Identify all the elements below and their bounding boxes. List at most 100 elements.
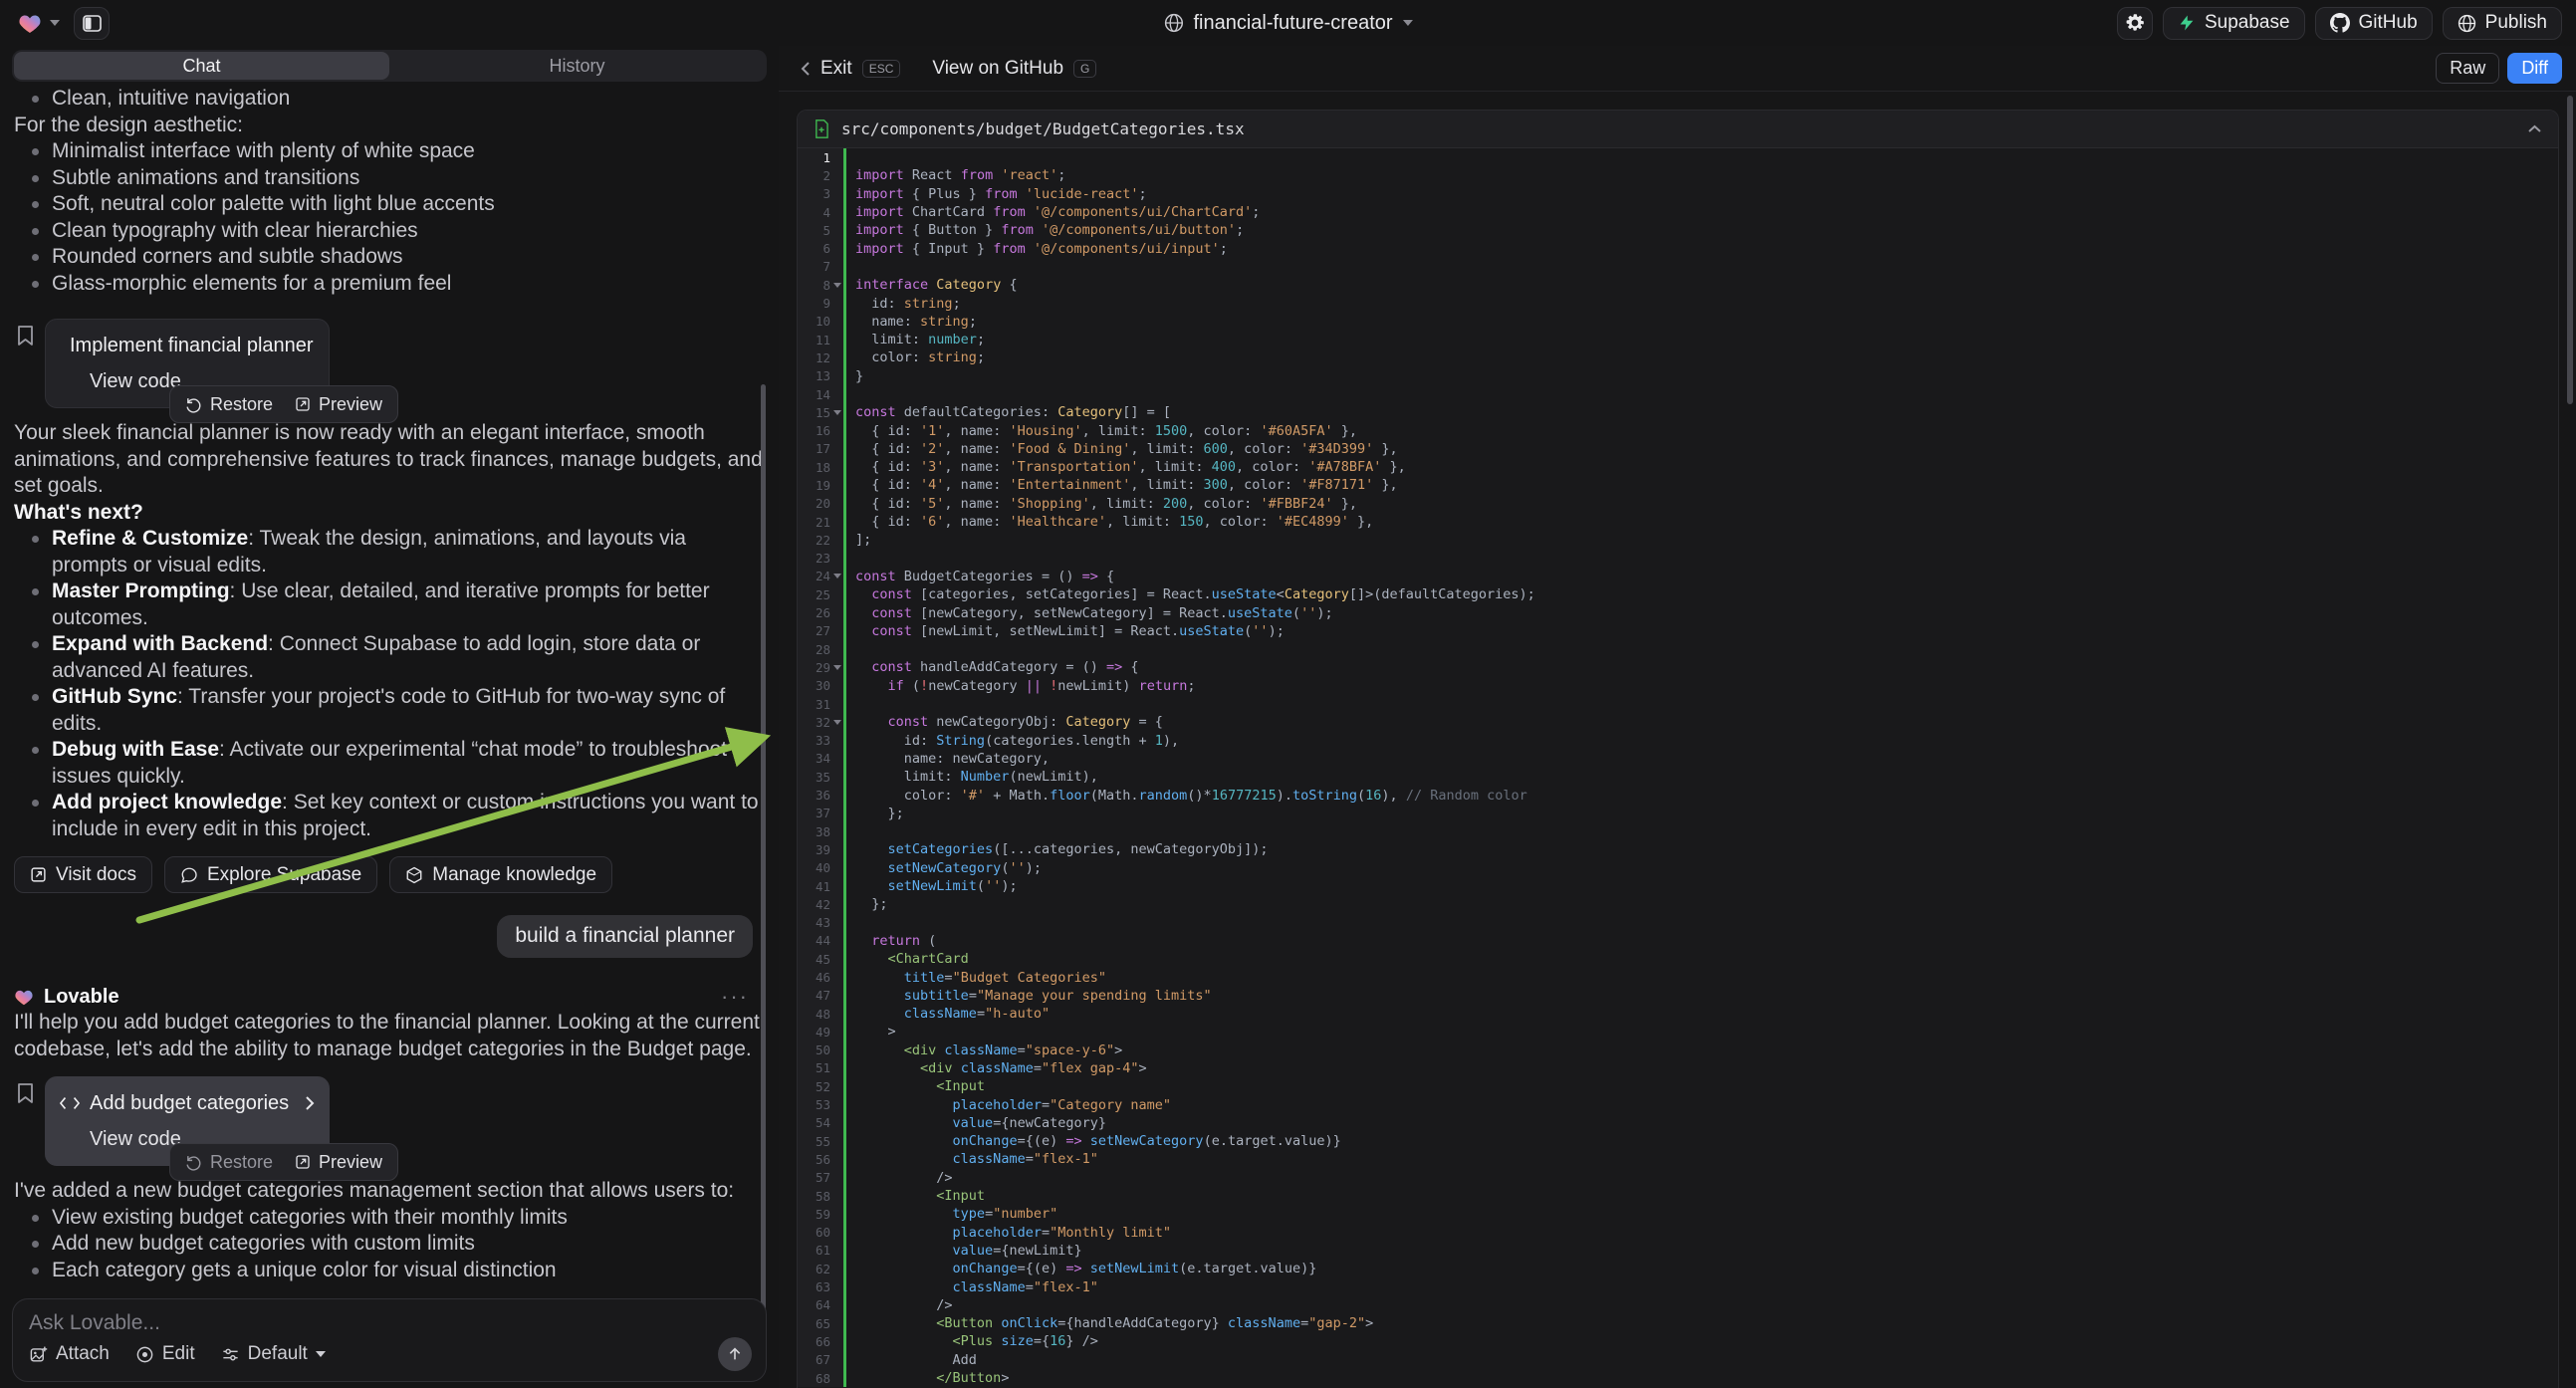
chat-message-list[interactable]: Clean, intuitive navigation For the desi… (0, 86, 779, 1294)
file-path-bar[interactable]: src/components/budget/BudgetCategories.t… (798, 111, 2558, 148)
edit-label: Edit (162, 1343, 195, 1365)
code-line: 12 color: string; (798, 348, 2558, 366)
code-text: }; (846, 806, 904, 821)
line-number: 19 (798, 476, 843, 494)
code-line: 51 <div className="flex gap-4"> (798, 1059, 2558, 1077)
diff-toggle-button[interactable]: Diff (2507, 53, 2562, 84)
code-line: 28 (798, 640, 2558, 658)
visit-docs-button[interactable]: Visit docs (14, 856, 152, 893)
edit-card-title: Add budget categories (90, 1090, 295, 1117)
model-selector[interactable]: Default (221, 1343, 326, 1365)
code-body[interactable]: 12import React from 'react';3import { Pl… (798, 148, 2558, 1388)
manage-knowledge-button[interactable]: Manage knowledge (389, 856, 612, 893)
line-number: 36 (798, 786, 843, 804)
code-line: 59 type="number" (798, 1205, 2558, 1223)
restore-icon (185, 396, 202, 413)
collapse-chevron-up-icon[interactable] (2527, 124, 2542, 133)
list-item: View existing budget categories with the… (30, 1205, 765, 1232)
message-more-menu-icon[interactable]: ··· (721, 984, 749, 1011)
lovable-logo-heart-icon[interactable] (18, 12, 42, 34)
sliders-icon (221, 1345, 240, 1364)
fold-chevron-icon[interactable] (833, 574, 841, 578)
edit-card-implement-financial-planner[interactable]: Implement financial planner View code (45, 319, 330, 408)
fold-chevron-icon[interactable] (833, 720, 841, 725)
code-line: 17 { id: '2', name: 'Food & Dining', lim… (798, 440, 2558, 458)
code-text: { id: '6', name: 'Healthcare', limit: 15… (846, 514, 1373, 530)
line-number: 64 (798, 1296, 843, 1314)
toggle-sidebar-button[interactable] (74, 7, 110, 40)
fold-chevron-icon[interactable] (833, 410, 841, 415)
line-number: 38 (798, 822, 843, 840)
code-text: import ChartCard from '@/components/ui/C… (846, 204, 1260, 220)
diff-added-marker (843, 695, 846, 713)
diff-added-marker (843, 148, 846, 166)
view-on-github-button[interactable]: View on GitHub G (932, 58, 1096, 80)
code-text: const [newCategory, setNewCategory] = Re… (846, 605, 1333, 621)
code-text: const newCategoryObj: Category = { (846, 714, 1163, 730)
workspace-chevron-down-icon[interactable] (50, 20, 60, 26)
restore-button[interactable]: Restore (185, 391, 273, 418)
line-number: 47 (798, 987, 843, 1005)
code-text: color: '#' + Math.floor(Math.random()*16… (846, 788, 1527, 804)
preview-button[interactable]: Preview (295, 391, 382, 418)
publish-button[interactable]: Publish (2443, 7, 2562, 40)
tab-history[interactable]: History (389, 52, 765, 80)
code-text: <div className="flex gap-4"> (846, 1060, 1147, 1076)
edit-card-add-budget-categories[interactable]: Add budget categories View code Rest (45, 1076, 330, 1166)
esc-key-badge: ESC (862, 60, 901, 78)
chat-composer[interactable]: Ask Lovable... Attach (12, 1298, 767, 1382)
code-line: 65 <Button onClick={handleAddCategory} c… (798, 1314, 2558, 1332)
list-item: Glass-morphic elements for a premium fee… (30, 271, 765, 298)
arrow-up-icon (727, 1346, 743, 1362)
code-text: value={newCategory} (846, 1115, 1106, 1131)
code-line: 16 { id: '1', name: 'Housing', limit: 15… (798, 421, 2558, 439)
chevron-right-icon (305, 1095, 315, 1111)
code-scrollbar[interactable] (2567, 96, 2573, 404)
code-file-card: src/components/budget/BudgetCategories.t… (797, 110, 2559, 1388)
bookmark-icon[interactable] (16, 325, 35, 347)
line-number: 26 (798, 603, 843, 621)
code-text: title="Budget Categories" (846, 970, 1106, 986)
code-text: <Input (846, 1188, 985, 1204)
attach-button[interactable]: Attach (29, 1343, 110, 1365)
chat-input[interactable]: Ask Lovable... (29, 1311, 750, 1335)
explore-supabase-button[interactable]: Explore Supabase (164, 856, 377, 893)
settings-button[interactable] (2117, 7, 2153, 40)
code-line: 21 { id: '6', name: 'Healthcare', limit:… (798, 513, 2558, 531)
fold-chevron-icon[interactable] (833, 283, 841, 288)
raw-toggle-button[interactable]: Raw (2436, 53, 2499, 84)
exit-button[interactable]: Exit ESC (801, 58, 900, 80)
chat-scrollbar[interactable] (761, 384, 766, 1332)
code-line: 18 { id: '3', name: 'Transportation', li… (798, 458, 2558, 476)
line-number: 11 (798, 331, 843, 348)
code-text: const [newLimit, setNewLimit] = React.us… (846, 623, 1285, 639)
fold-chevron-icon[interactable] (833, 665, 841, 670)
code-text: <Button onClick={handleAddCategory} clas… (846, 1315, 1373, 1331)
code-line: 44 return ( (798, 932, 2558, 950)
list-item: Master Prompting: Use clear, detailed, a… (30, 578, 765, 631)
code-text: { id: '2', name: 'Food & Dining', limit:… (846, 441, 1398, 457)
line-number: 35 (798, 768, 843, 786)
intro-bullet-list: Clean, intuitive navigation (14, 86, 765, 113)
line-number: 63 (798, 1277, 843, 1295)
github-button[interactable]: GitHub (2315, 7, 2433, 40)
tab-chat[interactable]: Chat (14, 52, 389, 80)
preview-button[interactable]: Preview (295, 1149, 382, 1176)
restore-button[interactable]: Restore (185, 1149, 273, 1176)
restore-preview-pill: Restore Preview (169, 1143, 398, 1181)
explore-supabase-label: Explore Supabase (207, 864, 361, 886)
code-line: 2import React from 'react'; (798, 166, 2558, 184)
code-text: Add (846, 1352, 977, 1368)
list-item: Each category gets a unique color for vi… (30, 1258, 765, 1284)
list-item: Refine & Customize: Tweak the design, an… (30, 526, 765, 578)
edit-mode-button[interactable]: Edit (135, 1343, 195, 1365)
supabase-button[interactable]: Supabase (2163, 7, 2305, 40)
line-number: 8 (798, 276, 843, 294)
project-switcher[interactable]: financial-future-creator (1163, 12, 1412, 35)
code-text: limit: Number(newLimit), (846, 769, 1098, 785)
code-line: 25 const [categories, setCategories] = R… (798, 585, 2558, 603)
bookmark-icon[interactable] (16, 1082, 35, 1104)
g-key-badge: G (1073, 60, 1096, 78)
send-button[interactable] (718, 1337, 752, 1371)
line-number: 37 (798, 805, 843, 822)
